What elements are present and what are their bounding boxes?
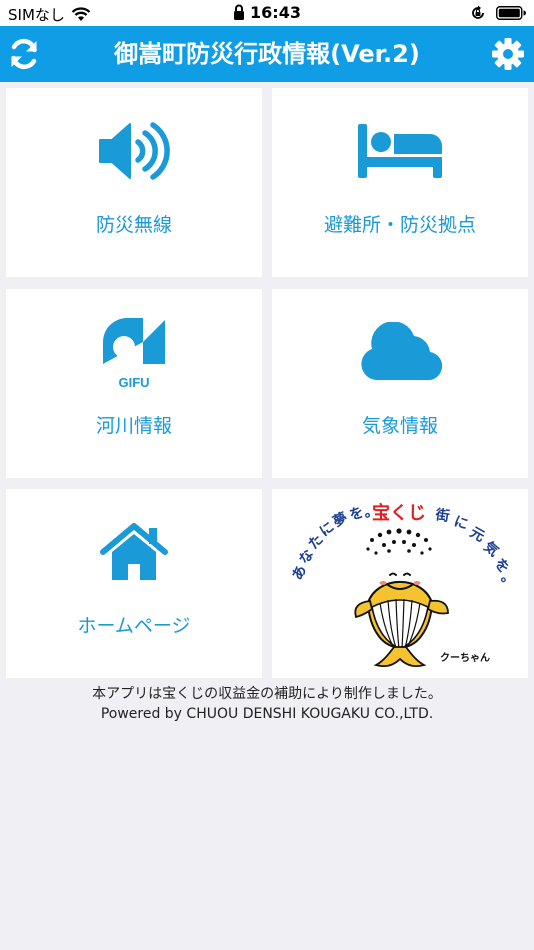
takarakuji-mascot-image: あ な た に 夢 を 。 宝くじ 街 に 元 気 を 。 クーちゃん	[289, 502, 518, 668]
slogan-right-2: に	[452, 514, 470, 534]
tile-weather-info[interactable]: 気象情報	[272, 289, 528, 478]
lock-icon	[234, 4, 245, 20]
tile-icon-wrap: GIFU	[6, 318, 262, 390]
tile-label: 気象情報	[361, 415, 438, 437]
gifu-logo-text: GIFU	[118, 375, 149, 390]
clock-label: 16:43	[250, 3, 301, 22]
tile-label: ホームページ	[77, 615, 191, 637]
tile-shelters[interactable]: 避難所・防災拠点	[272, 88, 528, 277]
page-title: 御嵩町防災行政情報(Ver.2)	[114, 40, 420, 68]
tile-icon-wrap	[6, 118, 262, 184]
footer: 本アプリは宝くじの収益金の補助により制作しました。 Powered by CHU…	[0, 684, 534, 724]
banner-brand: 宝くじ	[372, 502, 426, 524]
bed-icon	[358, 124, 442, 178]
refresh-icon	[11, 38, 37, 70]
status-right	[470, 5, 526, 21]
tile-label: 河川情報	[95, 415, 172, 437]
tile-label: 避難所・防災拠点	[323, 214, 476, 236]
home-icon	[100, 523, 168, 580]
status-time: 16:43	[0, 3, 534, 22]
tile-icon-wrap	[6, 519, 262, 585]
gifu-logo-icon: GIFU	[103, 318, 165, 390]
tile-label: 防災無線	[95, 214, 172, 236]
tile-disaster-radio[interactable]: 防災無線	[6, 88, 262, 277]
tile-homepage[interactable]: ホームページ	[6, 489, 262, 678]
tile-icon-wrap	[272, 118, 528, 184]
tile-river-info[interactable]: GIFU 河川情報	[6, 289, 262, 478]
gear-icon	[492, 38, 524, 70]
mascot-name: クーちゃん	[440, 652, 490, 664]
app-header: 御嵩町防災行政情報(Ver.2)	[0, 26, 534, 82]
tile-icon-wrap	[272, 319, 528, 385]
cloud-icon	[361, 322, 442, 381]
orientation-lock-icon	[472, 5, 484, 19]
footer-credit: 本アプリは宝くじの収益金の補助により制作しました。	[92, 686, 442, 702]
settings-button[interactable]	[490, 36, 526, 72]
refresh-button[interactable]	[6, 36, 42, 72]
slogan-right-1: 街	[433, 506, 450, 525]
takarakuji-banner[interactable]: あ な た に 夢 を 。 宝くじ 街 に 元 気 を 。 クーちゃん	[272, 489, 528, 678]
status-bar: SIMなし 16:43	[0, 0, 534, 26]
slogan-right-4: 気	[480, 538, 502, 560]
slogan-right-3: 元	[467, 525, 487, 546]
battery-icon	[496, 6, 526, 20]
speaker-icon	[99, 122, 170, 180]
footer-powered-by: Powered by CHUOU DENSHI KOUGAKU CO.,LTD.	[100, 706, 434, 722]
